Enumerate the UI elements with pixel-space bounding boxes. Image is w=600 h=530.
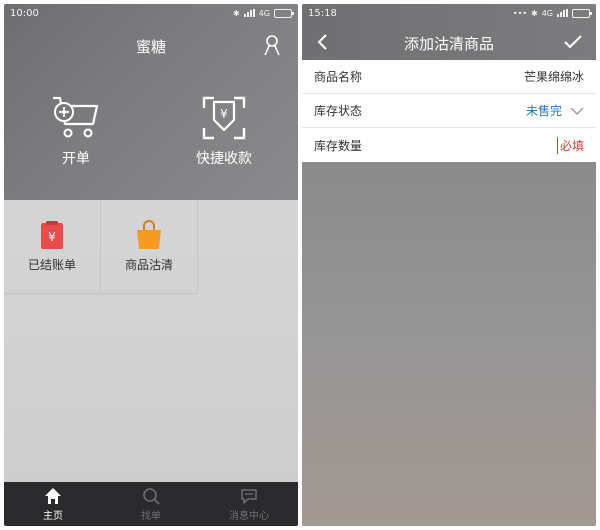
- settled-bills-label: 已结账单: [27, 258, 76, 272]
- page-title: 添加沽清商品: [403, 35, 494, 53]
- chevron-down-icon: [570, 107, 584, 115]
- signal-icon: [557, 9, 568, 17]
- bluetooth-icon: ✱: [531, 8, 538, 18]
- tab-messages-label: 消息中心: [229, 511, 269, 522]
- stock-quantity-input[interactable]: 必填: [556, 136, 584, 154]
- home-icon: [45, 488, 61, 504]
- scan-pay-icon: ¥: [202, 96, 246, 140]
- status-icons: ✱ 4G: [233, 8, 294, 18]
- stock-status-value: 未售完: [525, 104, 562, 118]
- left-phone-screen: 10:00 ✱ 4G 蜜糖 开单 ¥ 快捷收款 ¥ 已结账单 商品沽清 主页 找…: [4, 4, 298, 526]
- sold-out-items-button[interactable]: 商品沽清: [101, 200, 198, 294]
- new-order-label: 开单: [62, 151, 90, 167]
- store-title: 蜜糖: [135, 38, 166, 56]
- network-type: 4G: [258, 8, 270, 18]
- status-time: 10:00: [10, 7, 39, 19]
- search-icon: [143, 488, 160, 505]
- stock-quantity-label: 库存数量: [314, 138, 363, 153]
- bluetooth-icon: ✱: [233, 8, 240, 18]
- item-name-value: 芒果绵绵冰: [523, 70, 584, 84]
- more-dots-icon: •••: [512, 8, 527, 18]
- item-name-row[interactable]: 商品名称 芒果绵绵冰: [302, 60, 596, 94]
- stock-quantity-row[interactable]: 库存数量 必填: [302, 128, 596, 162]
- quick-pay-label: 快捷收款: [196, 151, 252, 167]
- tab-home[interactable]: 主页: [4, 482, 102, 526]
- message-icon: [241, 489, 257, 504]
- new-order-button[interactable]: 开单: [16, 94, 136, 168]
- stock-status-select[interactable]: 未售完: [526, 102, 584, 119]
- battery-icon: [572, 8, 592, 18]
- stock-status-label: 库存状态: [314, 104, 363, 118]
- svg-text:¥: ¥: [220, 107, 228, 121]
- bill-icon: ¥: [41, 221, 63, 249]
- item-name-label: 商品名称: [314, 70, 363, 84]
- dimmed-background: [302, 162, 596, 526]
- confirm-check-icon[interactable]: [564, 35, 582, 49]
- feature-grid: ¥ 已结账单 商品沽清: [4, 200, 200, 294]
- tab-find-order[interactable]: 找单: [102, 482, 200, 526]
- signal-icon: [243, 9, 255, 17]
- sold-out-form: 商品名称 芒果绵绵冰 库存状态 未售完 库存数量 必填: [302, 60, 596, 162]
- status-time: 15:18: [308, 7, 337, 19]
- right-phone-screen: 15:18 ••• ✱ 4G 添加沽清商品 商品名称 芒果绵绵冰 库存状态 未售…: [302, 4, 596, 526]
- status-bar: 15:18 ••• ✱ 4G: [302, 4, 596, 22]
- tab-home-label: 主页: [43, 511, 63, 522]
- status-icons: ••• ✱ 4G: [512, 8, 592, 18]
- stock-status-row[interactable]: 库存状态 未售完: [302, 94, 596, 128]
- network-type: 4G: [541, 8, 553, 18]
- tab-find-order-label: 找单: [141, 511, 161, 522]
- shopping-bag-icon: [137, 220, 161, 249]
- svg-text:¥: ¥: [48, 230, 56, 244]
- battery-icon: [274, 8, 294, 18]
- user-icon[interactable]: [262, 34, 282, 56]
- quick-pay-button[interactable]: ¥ 快捷收款: [164, 94, 284, 168]
- status-bar: 10:00 ✱ 4G: [4, 4, 298, 22]
- tab-messages[interactable]: 消息中心: [200, 482, 298, 526]
- bottom-tab-bar: 主页 找单 消息中心: [4, 482, 298, 526]
- settled-bills-button[interactable]: ¥ 已结账单: [4, 200, 101, 294]
- sold-out-items-label: 商品沽清: [124, 258, 173, 272]
- cart-add-icon: [53, 96, 99, 138]
